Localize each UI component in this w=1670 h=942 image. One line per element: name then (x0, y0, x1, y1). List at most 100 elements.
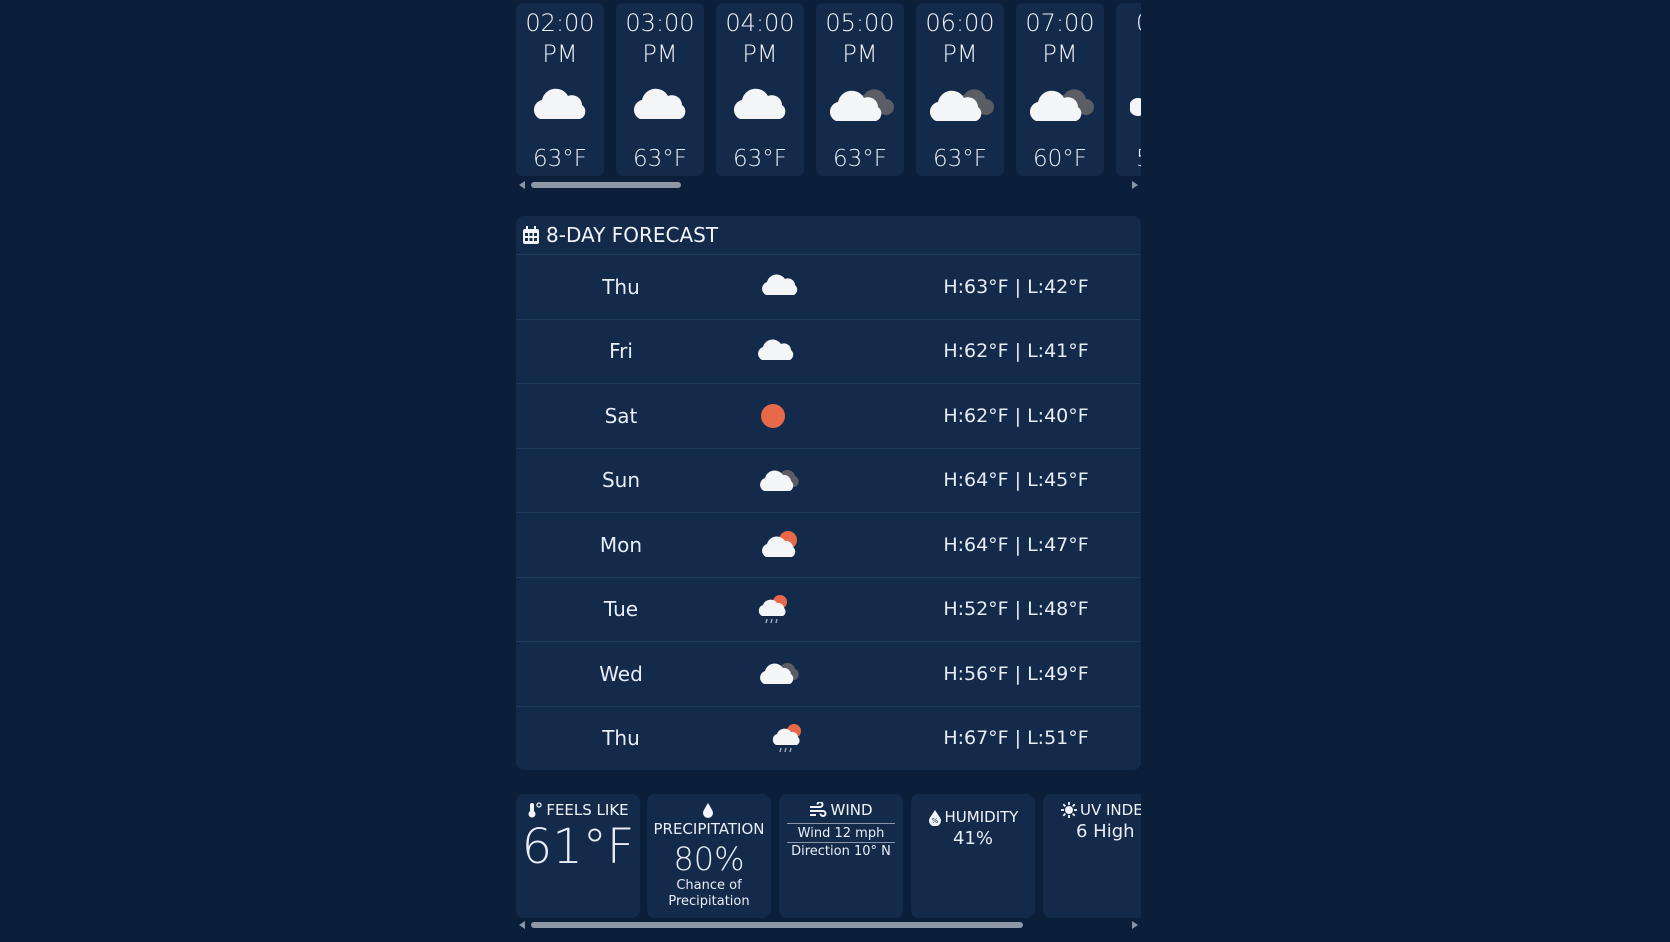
daily-forecast-header: 8-DAY FORECAST (516, 216, 1141, 255)
hour-temp: 63°F (533, 146, 587, 172)
day-high-low: H:52°F | L:48°F (943, 598, 1089, 621)
hour-time: 07:00 (1025, 9, 1095, 37)
hourly-forecast-strip[interactable]: 02:00 PM 63°F 03:00 PM 63°F 04:00 PM 63°F 0… (516, 3, 1141, 178)
feels-like-value: 61°F (521, 819, 635, 875)
overcast-cloud-icon (760, 469, 799, 491)
hour-card: 03:00 PM 63°F (616, 3, 704, 176)
day-row: Thu H:63°F | L:42°F (516, 255, 1141, 320)
hourly-scrollbar[interactable] (516, 178, 1141, 192)
feels-like-card: FEELS LIKE 61°F (516, 794, 640, 918)
overcast-cloud-icon (1029, 89, 1094, 121)
sun-rain-icon (772, 723, 801, 752)
day-name: Fri (609, 339, 633, 364)
wind-icon (810, 802, 827, 817)
humidity-value: 41% (952, 828, 993, 849)
day-row: Sat H:62°F | L:40°F (516, 384, 1141, 449)
day-name: Sun (601, 468, 641, 493)
scroll-right-arrow-icon[interactable] (1132, 181, 1138, 189)
day-row: Wed H:56°F | L:49°F (516, 642, 1141, 707)
day-row: Thu H:67°F | L:51°F (516, 707, 1141, 771)
hour-temp: 63°F (733, 146, 787, 172)
humidity-icon: % (928, 809, 941, 826)
day-name: Wed (599, 661, 643, 686)
hour-card: 06:00 PM 63°F (916, 3, 1004, 176)
day-name: Tue (603, 597, 639, 622)
thermometer-icon (528, 802, 542, 818)
hour-temp: 60°F (1033, 146, 1087, 172)
hour-period: PM (742, 40, 778, 68)
details-scrollbar[interactable] (516, 918, 1141, 932)
day-high-low: H:64°F | L:45°F (943, 469, 1089, 492)
hour-time: 03:00 (625, 9, 695, 37)
precipitation-card: PRECIPITATION 80% Chance of Precipitatio… (647, 794, 771, 918)
scrollbar-thumb[interactable] (531, 182, 681, 188)
hour-temp: 63°F (833, 146, 887, 172)
day-row: Tue H:52°F | L:48°F (516, 578, 1141, 642)
cloud-icon (1130, 98, 1141, 116)
humidity-card: % HUMIDITY 41% (911, 794, 1035, 918)
scroll-left-arrow-icon[interactable] (519, 181, 525, 189)
hour-card: 05:00 PM 63°F (816, 3, 904, 176)
hour-card: 04:00 PM 63°F (716, 3, 804, 176)
wind-direction: Direction 10° N (791, 844, 891, 859)
scrollbar-thumb[interactable] (531, 922, 1023, 928)
day-row: Sun H:64°F | L:45°F (516, 449, 1141, 513)
hour-period: PM (542, 40, 578, 68)
day-high-low: H:62°F | L:41°F (943, 340, 1089, 363)
overcast-cloud-icon (829, 89, 894, 121)
day-high-low: H:63°F | L:42°F (943, 275, 1089, 298)
uv-index-card: UV INDEX 6 High (1043, 794, 1141, 918)
calendar-icon (523, 225, 539, 244)
cloud-icon (733, 88, 786, 119)
feels-like-title: FEELS LIKE (546, 801, 629, 819)
hour-time: 06:00 (925, 9, 995, 37)
day-high-low: H:67°F | L:51°F (943, 727, 1089, 750)
hour-time: 02:00 (525, 9, 595, 37)
day-row: Fri H:62°F | L:41°F (516, 320, 1141, 384)
scroll-left-arrow-icon[interactable] (519, 921, 525, 929)
precipitation-caption: Chance of Precipitation (668, 878, 750, 909)
hour-card: 07:00 PM 60°F (1016, 3, 1104, 176)
day-high-low: H:56°F | L:49°F (943, 662, 1089, 685)
uv-index-title: UV INDEX (1080, 801, 1141, 819)
hour-time: 05:00 (825, 9, 895, 37)
wind-card: WIND Wind 12 mph Direction 10° N (779, 794, 903, 918)
overcast-cloud-icon (929, 89, 994, 121)
hour-card: 0 5 (1116, 3, 1141, 176)
raindrop-icon (702, 803, 713, 818)
daily-forecast-title: 8-DAY FORECAST (546, 223, 719, 247)
hour-time: 0 (1136, 9, 1141, 37)
weather-details-strip[interactable]: FEELS LIKE 61°F PRECIPITATION 80% Chance… (516, 794, 1141, 920)
hour-period: PM (1042, 40, 1078, 68)
humidity-title: HUMIDITY (944, 808, 1019, 826)
cloud-icon (758, 339, 794, 360)
cloud-icon (533, 88, 586, 119)
sun-icon (761, 404, 785, 428)
hour-period: PM (942, 40, 978, 68)
hour-time: 04:00 (725, 9, 795, 37)
hour-period: PM (842, 40, 878, 68)
day-name: Sat (604, 403, 638, 428)
day-name: Mon (599, 532, 643, 557)
hour-card: 02:00 PM 63°F (516, 3, 604, 176)
day-name: Thu (602, 726, 640, 751)
day-row: Mon H:64°F | L:47°F (516, 513, 1141, 578)
cloud-icon (762, 274, 798, 295)
day-name: Thu (602, 274, 640, 299)
hour-temp: 63°F (633, 146, 687, 172)
sun-icon (1061, 802, 1077, 818)
svg-text:%: % (931, 817, 938, 825)
hour-period: PM (642, 40, 678, 68)
wind-details: Wind 12 mph (787, 823, 895, 843)
uv-index-value: 6 High (1076, 821, 1135, 842)
day-high-low: H:64°F | L:47°F (943, 533, 1089, 556)
sun-rain-icon (758, 594, 787, 623)
wind-title: WIND (830, 801, 873, 819)
scroll-right-arrow-icon[interactable] (1132, 921, 1138, 929)
hour-temp: 63°F (933, 146, 987, 172)
daily-forecast-panel: 8-DAY FORECAST Thu H:63°F | L:42°F Fri H… (516, 216, 1141, 770)
precipitation-title: PRECIPITATION (653, 820, 765, 838)
partly-sunny-icon (762, 531, 797, 557)
cloud-icon (633, 88, 686, 119)
overcast-cloud-icon (760, 662, 799, 684)
